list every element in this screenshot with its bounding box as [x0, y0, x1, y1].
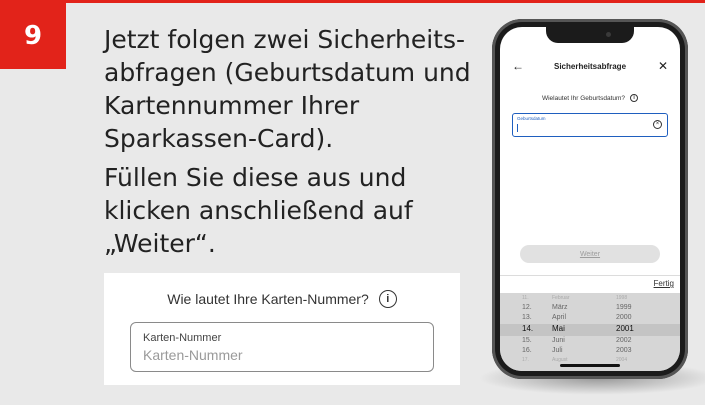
- picker-month: Mai: [552, 324, 565, 333]
- picker-month: Februar: [552, 295, 570, 301]
- phone-screen: ← Sicherheitsabfrage ✕ Wielautet Ihr Geb…: [500, 27, 680, 371]
- picker-day: 17.: [522, 357, 529, 363]
- clear-icon[interactable]: ×: [653, 120, 662, 129]
- card-number-question: Wie lautet Ihre Karten-Nummer? i: [104, 287, 460, 311]
- camera-icon: [606, 32, 611, 37]
- birthdate-field-label: Geburtsdatum: [517, 116, 546, 121]
- birthdate-field[interactable]: Geburtsdatum ×: [512, 113, 668, 137]
- picker-month: Juli: [552, 347, 563, 354]
- picker-row-selected[interactable]: 14. Mai 2001: [500, 324, 680, 336]
- picker-month: März: [552, 304, 568, 311]
- info-icon[interactable]: i: [630, 94, 639, 102]
- picker-day: 12.: [522, 304, 532, 311]
- card-number-field-label: Karten-Nummer: [143, 332, 222, 344]
- instruction-line: Sparkassen-Card).: [104, 124, 334, 153]
- keyboard-divider: [500, 275, 680, 276]
- picker-row[interactable]: 15. Juni 2002: [500, 337, 680, 347]
- instruction-paragraph-2: Füllen Sie diese aus und klicken anschli…: [104, 161, 484, 260]
- info-icon[interactable]: i: [378, 290, 397, 308]
- card-number-screenshot: Wie lautet Ihre Karten-Nummer? i Karten-…: [104, 273, 460, 385]
- step-panel: 9 Jetzt folgen zwei Sicherheits- abfrage…: [0, 0, 705, 405]
- picker-day: 16.: [522, 347, 532, 354]
- phone-notch: [546, 27, 634, 43]
- card-number-field[interactable]: Karten-Nummer Karten-Nummer: [130, 322, 434, 372]
- picker-day: 13.: [522, 314, 532, 321]
- phone-mockup: ← Sicherheitsabfrage ✕ Wielautet Ihr Geb…: [492, 19, 688, 379]
- picker-month: Juni: [552, 337, 565, 344]
- instruction-line: Kartennummer Ihrer: [104, 91, 360, 120]
- text-cursor: [517, 124, 518, 132]
- picker-year: 2001: [616, 324, 634, 333]
- card-number-placeholder: Karten-Nummer: [143, 347, 243, 363]
- picker-month: August: [552, 357, 568, 363]
- instruction-paragraph-1: Jetzt folgen zwei Sicherheits- abfragen …: [104, 23, 484, 155]
- card-number-question-text: Wie lautet Ihre Karten-Nummer?: [167, 291, 369, 307]
- phone-nav-bar: ← Sicherheitsabfrage ✕: [500, 59, 680, 79]
- picker-year: 2000: [616, 314, 632, 321]
- step-number-badge: 9: [0, 3, 66, 69]
- fertig-button[interactable]: Fertig: [654, 279, 674, 288]
- phone-nav-title: Sicherheitsabfrage: [553, 62, 627, 71]
- home-indicator: [560, 364, 620, 367]
- instruction-line: Füllen Sie diese aus und: [104, 163, 407, 192]
- weiter-button[interactable]: Weiter: [520, 245, 660, 263]
- picker-day: 14.: [522, 324, 534, 333]
- picker-row[interactable]: 13. April 2000: [500, 314, 680, 324]
- picker-day: 15.: [522, 337, 532, 344]
- birthdate-question: Wielautet Ihr Geburtsdatum? i: [500, 91, 680, 105]
- picker-year: 2004: [616, 357, 628, 363]
- picker-day: 11.: [522, 295, 529, 301]
- picker-year: 1998: [616, 295, 628, 301]
- date-picker[interactable]: 11. Februar 1998 12. März 1999 13. April…: [500, 293, 680, 371]
- instruction-line: klicken anschließend auf: [104, 196, 413, 225]
- birthdate-question-text: Wielautet Ihr Geburtsdatum?: [541, 94, 626, 102]
- instruction-line: Jetzt folgen zwei Sicherheits-: [104, 25, 465, 54]
- instruction-line: abfragen (Geburtsdatum und: [104, 58, 471, 87]
- picker-month: April: [552, 314, 567, 321]
- picker-year: 2002: [616, 337, 632, 344]
- picker-year: 2003: [616, 347, 632, 354]
- picker-year: 1999: [616, 304, 632, 311]
- instruction-line: „Weiter“.: [104, 229, 216, 258]
- picker-row[interactable]: 16. Juli 2003: [500, 347, 680, 357]
- close-icon[interactable]: ✕: [658, 59, 668, 73]
- picker-row[interactable]: 12. März 1999: [500, 304, 680, 314]
